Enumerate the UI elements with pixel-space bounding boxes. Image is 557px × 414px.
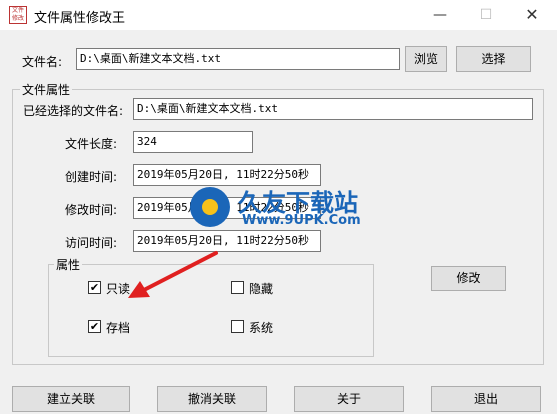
maximize-button[interactable]: ☐	[463, 0, 509, 30]
system-label[interactable]: 系统	[249, 319, 273, 336]
attributes-flags-group-title: 属性	[54, 256, 83, 273]
title-bar: 文件修改 文件属性修改王 — ☐ ✕	[0, 0, 557, 30]
close-button[interactable]: ✕	[509, 0, 555, 30]
about-button[interactable]: 关于	[294, 386, 404, 412]
system-checkbox[interactable]	[231, 320, 244, 333]
selected-file-input[interactable]: D:\桌面\新建文本文档.txt	[133, 98, 533, 120]
unassociate-button[interactable]: 撤消关联	[157, 386, 267, 412]
accessed-time-label: 访问时间:	[65, 236, 118, 250]
created-time-label: 创建时间:	[65, 170, 118, 184]
hidden-label[interactable]: 隐藏	[249, 280, 273, 297]
selected-file-label: 已经选择的文件名:	[23, 104, 124, 118]
file-name-input[interactable]: D:\桌面\新建文本文档.txt	[76, 48, 400, 70]
file-length-input[interactable]: 324	[133, 131, 253, 153]
minimize-button[interactable]: —	[417, 0, 463, 30]
hidden-checkbox[interactable]	[231, 281, 244, 294]
exit-button[interactable]: 退出	[431, 386, 541, 412]
modify-button[interactable]: 修改	[431, 266, 506, 291]
archive-label[interactable]: 存档	[106, 319, 130, 336]
file-name-label: 文件名:	[22, 55, 63, 69]
readonly-checkbox[interactable]: ✔	[88, 281, 101, 294]
file-attributes-group-title: 文件属性	[20, 81, 73, 98]
associate-button[interactable]: 建立关联	[12, 386, 130, 412]
arrow-shaft	[140, 251, 218, 293]
modified-time-input[interactable]: 2019年05月20日, 11时22分50秒	[133, 197, 321, 219]
window-title: 文件属性修改王	[34, 11, 126, 26]
file-length-label: 文件长度:	[65, 137, 118, 151]
annotation-arrow	[128, 251, 218, 298]
select-button[interactable]: 选择	[456, 46, 531, 72]
archive-checkbox[interactable]: ✔	[88, 320, 101, 333]
app-icon: 文件修改	[9, 6, 27, 24]
created-time-input[interactable]: 2019年05月20日, 11时22分50秒	[133, 164, 321, 186]
modified-time-label: 修改时间:	[65, 203, 118, 217]
browse-button[interactable]: 浏览	[405, 46, 447, 72]
